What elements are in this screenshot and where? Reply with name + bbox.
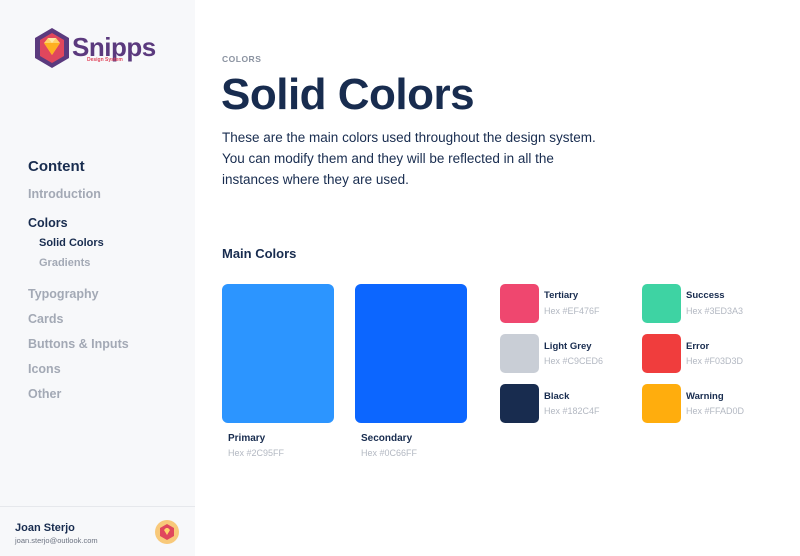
secondary-color-swatch[interactable] [355,284,467,423]
sketch-logo-icon [35,28,69,68]
brand-logo[interactable]: Snipps Design System [32,26,172,70]
page-title: Solid Colors [221,70,475,119]
sidebar-item-icons[interactable]: Icons [28,362,61,376]
black-color-hex: Hex #182C4F [544,406,600,416]
nav-heading: Content [28,158,85,175]
tertiary-color-name: Tertiary [544,290,579,301]
light-grey-color-hex: Hex #C9CED6 [544,356,604,366]
success-color-name: Success [686,290,725,301]
sidebar-subitem-solid-colors[interactable]: Solid Colors [39,237,104,249]
warning-color-hex: Hex #FFAD0D [686,406,745,416]
tertiary-color-swatch[interactable] [500,284,539,323]
avatar[interactable] [155,520,179,544]
brand-subtitle: Design System [87,57,123,63]
sidebar-item-introduction[interactable]: Introduction [28,187,101,201]
tertiary-color-hex: Hex #EF476F [544,306,600,316]
warning-color-swatch[interactable] [642,384,681,423]
success-color-swatch[interactable] [642,284,681,323]
error-color-hex: Hex #F03D3D [686,356,744,366]
sidebar: Snipps Design System Content Introductio… [0,0,195,556]
user-name: Joan Sterjo [15,522,75,534]
black-color-name: Black [544,391,570,402]
main-content: COLORS Solid Colors These are the main c… [195,0,800,556]
success-color-hex: Hex #3ED3A3 [686,306,744,316]
secondary-color-name: Secondary [361,433,413,444]
sidebar-item-buttons-inputs[interactable]: Buttons & Inputs [28,337,129,351]
sidebar-item-typography[interactable]: Typography [28,287,99,301]
user-email: joan.sterjo@outlook.com [15,536,98,545]
sidebar-subitem-gradients[interactable]: Gradients [39,257,90,269]
light-grey-color-name: Light Grey [544,341,592,352]
primary-color-swatch[interactable] [222,284,334,423]
main-colors-title: Main Colors [222,246,297,261]
error-color-name: Error [686,341,710,352]
light-grey-color-swatch[interactable] [500,334,539,373]
sketch-avatar-icon [160,524,174,540]
page-description: These are the main colors used throughou… [222,130,596,187]
sidebar-item-other[interactable]: Other [28,387,61,401]
warning-color-name: Warning [686,391,724,402]
user-profile[interactable]: Joan Sterjo joan.sterjo@outlook.com [0,506,195,556]
sidebar-item-cards[interactable]: Cards [28,312,63,326]
primary-color-name: Primary [228,433,266,444]
primary-color-hex: Hex #2C95FF [228,448,285,458]
error-color-swatch[interactable] [642,334,681,373]
sidebar-item-colors[interactable]: Colors [28,216,68,230]
secondary-color-hex: Hex #0C66FF [361,448,418,458]
black-color-swatch[interactable] [500,384,539,423]
section-eyebrow: COLORS [222,54,262,64]
